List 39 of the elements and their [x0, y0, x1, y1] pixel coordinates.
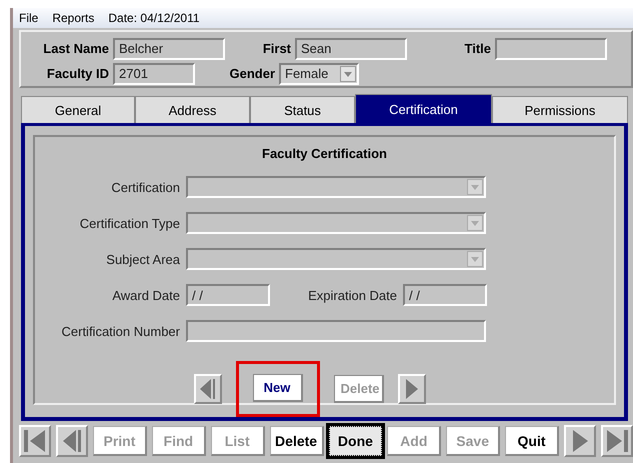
date-label: Date: 04/12/2011: [108, 11, 200, 25]
input-field[interactable]: [186, 320, 486, 342]
dropdown-field[interactable]: [186, 176, 486, 198]
field-label: Expiration Date: [307, 288, 398, 302]
toolbar-button[interactable]: Done: [328, 426, 382, 456]
menu-item[interactable]: Reports: [52, 11, 94, 25]
field-label: Certification Type: [78, 216, 181, 230]
previous-record-icon[interactable]: [56, 425, 88, 457]
field-label: Certification Number: [60, 324, 181, 338]
gender-dropdown[interactable]: Female: [279, 62, 359, 84]
menu-item[interactable]: File: [19, 11, 38, 25]
title-field[interactable]: [495, 38, 607, 60]
next-record-icon[interactable]: [564, 425, 596, 457]
field-label: Title: [464, 41, 492, 56]
dropdown-field[interactable]: [186, 212, 486, 234]
first-name-field[interactable]: Sean: [295, 38, 407, 60]
field-label: Gender: [228, 66, 276, 81]
date-field[interactable]: / /: [186, 284, 270, 306]
tab[interactable]: Certification: [355, 94, 492, 123]
toolbar-button[interactable]: Delete: [270, 426, 324, 456]
field-label: Subject Area: [105, 252, 181, 266]
tab[interactable]: Address: [135, 96, 250, 123]
field-label: Faculty ID: [46, 66, 110, 81]
tab[interactable]: Status: [250, 96, 355, 123]
faculty-id-field[interactable]: 2701: [113, 62, 195, 84]
dropdown-field[interactable]: [186, 248, 486, 270]
last-name-field[interactable]: Belcher: [113, 38, 225, 60]
record-button[interactable]: New: [252, 374, 302, 402]
last-record-icon[interactable]: [600, 425, 633, 457]
first-record-icon[interactable]: [19, 425, 51, 457]
field-label: Award Date: [111, 288, 181, 302]
date-field[interactable]: / /: [403, 284, 487, 306]
panel-title: Faculty Certification: [261, 146, 388, 161]
tab[interactable]: General: [21, 96, 135, 123]
toolbar-button[interactable]: Quit: [505, 426, 559, 456]
tab[interactable]: Permissions: [492, 96, 628, 123]
field-label: First: [262, 41, 292, 56]
field-label: Last Name: [42, 41, 110, 56]
field-label: Certification: [110, 180, 181, 194]
